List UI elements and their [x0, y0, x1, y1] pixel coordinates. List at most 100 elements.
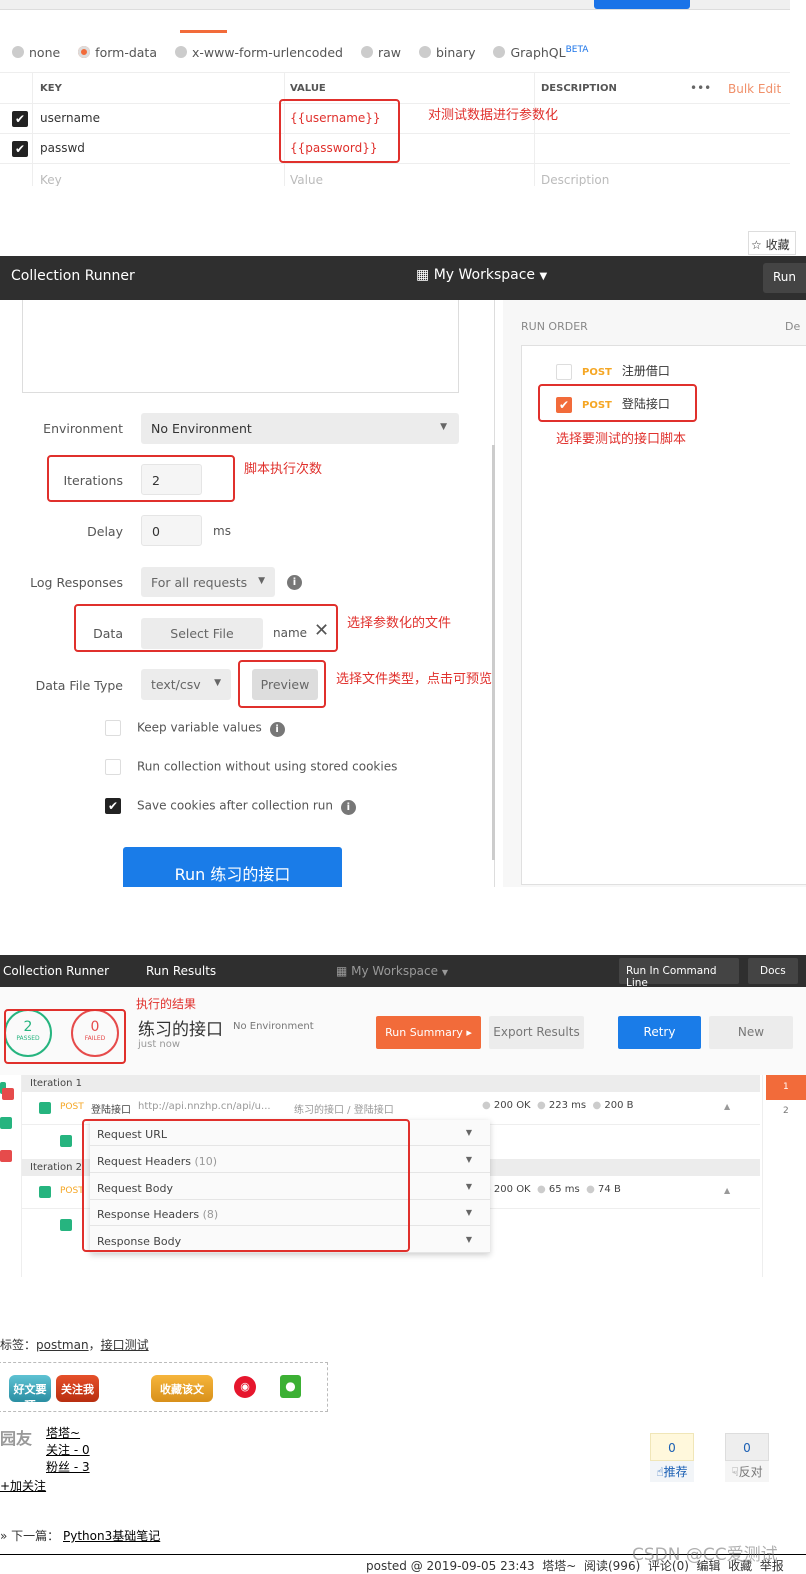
annotation-run-order: 选择要测试的接口脚本	[556, 432, 687, 447]
run-collection-button[interactable]: Run 练习的接口	[123, 847, 342, 887]
run-order-title: RUN ORDER	[521, 320, 588, 333]
status-fail-icon	[2, 1088, 14, 1100]
runner-title: Collection Runner	[11, 268, 135, 284]
checkbox-save-cookies[interactable]: ✔ Save cookies after collection run i	[105, 798, 356, 815]
recommend-article-button[interactable]: 好文要顶	[9, 1375, 51, 1412]
checkbox-no-cookies[interactable]: Run collection without using stored cook…	[105, 759, 397, 775]
status-fail-icon	[0, 1150, 12, 1162]
header-description: DESCRIPTION	[541, 83, 617, 94]
thumb-down-icon: ☟	[731, 1465, 739, 1479]
workspace-selector[interactable]: ▦ My Workspace ▼	[416, 267, 547, 283]
favorite-button[interactable]: ☆ 收藏	[748, 231, 796, 255]
bulk-edit-link[interactable]: Bulk Edit	[728, 82, 781, 96]
data-file-type-label: Data File Type	[35, 678, 123, 693]
breadcrumb-run-results[interactable]: Run Results	[146, 964, 216, 978]
status-pass-icon	[39, 1186, 51, 1198]
annotation-data: 选择参数化的文件	[347, 616, 452, 631]
body-type-raw[interactable]: raw	[360, 45, 401, 60]
caret-down-icon: ▼	[214, 678, 221, 688]
description-placeholder[interactable]: Description	[541, 173, 609, 186]
annotation-box-preview	[238, 660, 326, 708]
retry-button[interactable]: Retry	[618, 1016, 701, 1049]
iteration-nav-2[interactable]: 2	[766, 1100, 806, 1125]
watermark: CSDN @CC爱测试	[632, 1545, 778, 1565]
recommend-vote[interactable]: 0 ☝推荐	[650, 1433, 694, 1482]
annotation-box-params	[279, 99, 400, 163]
run-in-command-line-button[interactable]: Run In Command Line	[619, 958, 739, 989]
docs-button[interactable]: Docs	[748, 958, 798, 984]
environment-label: Environment	[43, 421, 123, 436]
log-responses-label: Log Responses	[30, 575, 123, 590]
next-post-link[interactable]: Python3基础笔记	[63, 1529, 160, 1543]
collapse-icon[interactable]: ▲	[724, 1186, 730, 1195]
workspace-selector[interactable]: ▦ My Workspace ▼	[336, 964, 448, 978]
status-pass-icon	[60, 1135, 72, 1147]
body-type-binary[interactable]: binary	[418, 45, 475, 60]
thumb-up-icon: ☝	[656, 1465, 664, 1479]
tag-link[interactable]: postman	[36, 1338, 89, 1352]
checkbox-keep-variables[interactable]: Keep variable values i	[105, 720, 285, 737]
more-options-icon[interactable]: •••	[690, 81, 711, 95]
breadcrumb-collection-runner[interactable]: Collection Runner	[3, 964, 109, 978]
deselect-all-link[interactable]: De	[785, 320, 800, 333]
annotation-box-data	[74, 604, 338, 652]
environment-select[interactable]: No Environment ▼	[141, 413, 459, 444]
caret-down-icon: ▼	[539, 271, 548, 282]
followers-link[interactable]: 粉丝 - 3	[46, 1458, 90, 1475]
oppose-vote[interactable]: 0 ☟反对	[725, 1433, 769, 1482]
run-time: just now	[138, 1039, 181, 1050]
following-link[interactable]: 关注 - 0	[46, 1441, 90, 1458]
caret-down-icon: ▼	[258, 576, 265, 586]
key-placeholder[interactable]: Key	[40, 173, 62, 186]
annotation-params: 对测试数据进行参数化	[428, 108, 559, 123]
follow-me-button[interactable]: 关注我	[56, 1375, 99, 1402]
annotation-iterations: 脚本执行次数	[244, 462, 323, 477]
collapse-icon[interactable]: ▲	[724, 1102, 730, 1111]
wechat-icon[interactable]: ●	[280, 1375, 301, 1398]
key-cell[interactable]: username	[40, 111, 100, 125]
body-type-graphql[interactable]: GraphQLBETA	[493, 45, 588, 60]
annotation-box-iterations	[47, 455, 235, 502]
send-button[interactable]	[594, 0, 690, 9]
status-pass-icon	[39, 1102, 51, 1114]
value-placeholder[interactable]: Value	[290, 173, 323, 186]
row-checkbox[interactable]: ✔	[12, 111, 28, 127]
delay-input[interactable]: 0	[141, 515, 202, 546]
body-type-none[interactable]: none	[12, 45, 60, 60]
annotation-preview: 选择文件类型，点击可预览	[336, 672, 493, 687]
tag-link[interactable]: 接口测试	[101, 1338, 149, 1352]
key-cell[interactable]: passwd	[40, 141, 85, 155]
description-textarea[interactable]	[22, 300, 459, 393]
export-results-button[interactable]: Export Results	[489, 1016, 584, 1049]
author-link[interactable]: 塔塔~	[46, 1424, 80, 1441]
file-type-select[interactable]: text/csv ▼	[141, 669, 231, 700]
runner-left-panel: Environment No Environment ▼ Iterations 2…	[0, 300, 495, 887]
info-icon[interactable]: i	[340, 799, 356, 815]
weibo-icon[interactable]: ◉	[234, 1376, 256, 1398]
header-key: KEY	[40, 83, 62, 94]
status-pass-icon	[0, 1117, 12, 1129]
header-value: VALUE	[290, 83, 326, 94]
run-order-item[interactable]: POST 注册借口	[556, 362, 670, 380]
iteration-header: Iteration 1	[22, 1075, 760, 1092]
body-type-form-data[interactable]: form-data	[78, 45, 157, 60]
favorite-article-button[interactable]: 收藏该文	[151, 1375, 213, 1402]
delay-label: Delay	[87, 524, 123, 539]
run-summary-button[interactable]: Run Summary ▸	[376, 1016, 481, 1049]
body-type-urlencoded[interactable]: x-www-form-urlencoded	[174, 45, 343, 60]
beta-badge: BETA	[565, 45, 589, 55]
info-icon[interactable]: i	[287, 575, 302, 590]
run-header-button[interactable]: Run	[763, 263, 806, 293]
log-responses-select[interactable]: For all requests ▼	[141, 567, 275, 597]
active-tab-underline	[180, 30, 227, 33]
status-pass-icon	[60, 1219, 72, 1231]
environment-name: No Environment	[233, 1021, 314, 1032]
add-follow-link[interactable]: +加关注	[0, 1477, 46, 1494]
annotation-box-dropdown	[82, 1119, 410, 1252]
iteration-nav-1[interactable]: 1	[766, 1075, 806, 1100]
new-button[interactable]: New	[709, 1016, 793, 1049]
info-icon[interactable]: i	[269, 721, 285, 737]
row-checkbox[interactable]: ✔	[12, 141, 28, 157]
share-box: 好文要顶 关注我 收藏该文 ◉ ●	[0, 1362, 328, 1412]
scrollbar[interactable]	[492, 445, 495, 860]
